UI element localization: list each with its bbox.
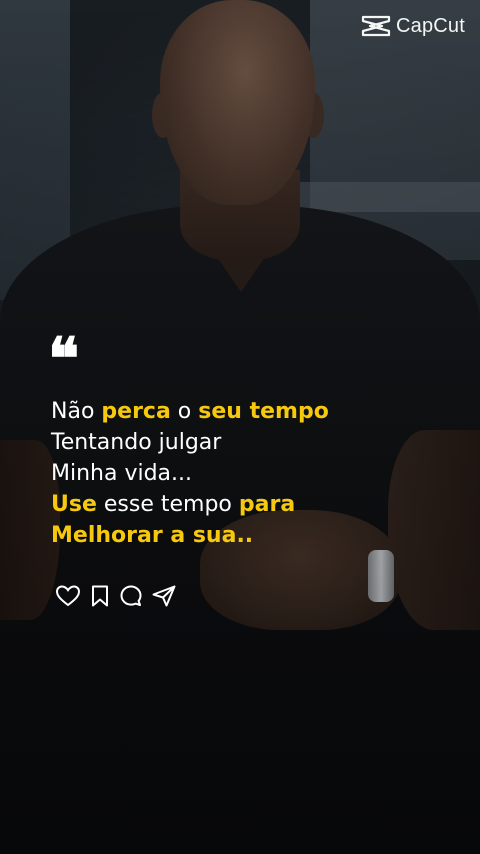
action-bar	[55, 584, 177, 608]
send-icon[interactable]	[151, 584, 177, 608]
quote-line: Tentando julgar	[51, 427, 451, 458]
quote-line: Minha vida...	[51, 458, 451, 489]
quote-segment: Tentando julgar	[51, 430, 222, 455]
quote-segment: Minha vida...	[51, 461, 193, 486]
quote-line: Não perca o seu tempo	[51, 396, 451, 427]
quote-highlight: para	[238, 492, 296, 517]
video-frame: CapCut ❝ Não perca o seu tempo Tentando j…	[0, 0, 480, 854]
quote-line: Melhorar a sua..	[51, 520, 451, 551]
quote-segment: Não	[51, 399, 102, 424]
quote-line: Use esse tempo para	[51, 489, 451, 520]
quote-mark: ❝	[48, 325, 80, 393]
quote-highlight: Use	[51, 492, 97, 517]
quote-highlight: seu tempo	[198, 399, 329, 424]
capcut-watermark: CapCut	[361, 14, 465, 38]
quote-highlight: perca	[101, 399, 171, 424]
capcut-logo-icon	[361, 14, 391, 38]
quote-highlight: Melhorar a sua..	[51, 523, 254, 548]
quote-segment: esse tempo	[96, 492, 239, 517]
comment-icon[interactable]	[119, 584, 143, 608]
heart-icon[interactable]	[55, 584, 81, 608]
quote-text: Não perca o seu tempo Tentando julgar Minh…	[51, 396, 451, 551]
capcut-brand-text: CapCut	[395, 14, 465, 37]
quote-segment: o	[170, 399, 199, 424]
bookmark-icon[interactable]	[89, 584, 111, 608]
